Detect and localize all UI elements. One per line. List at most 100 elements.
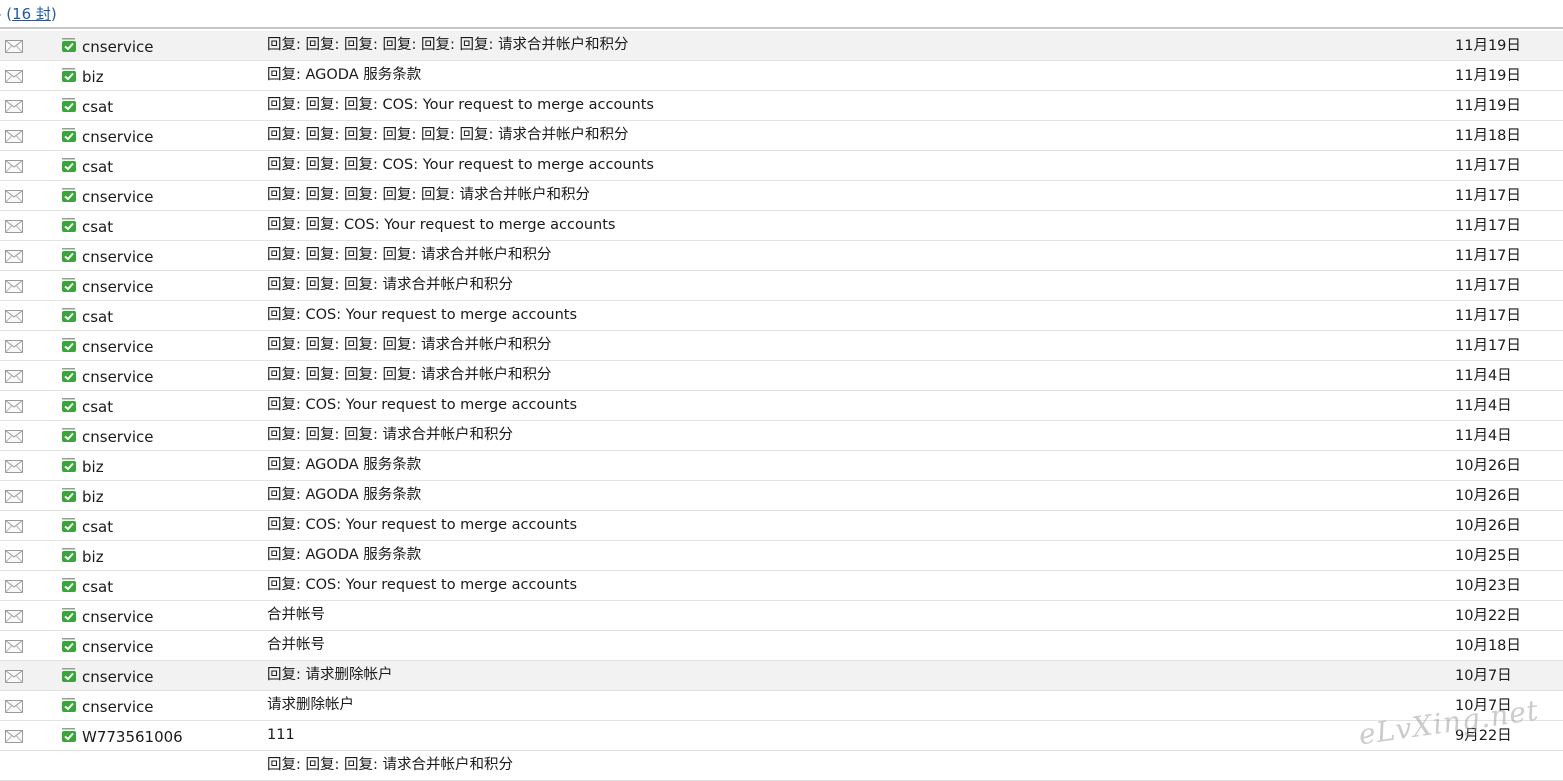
verified-tag-icon [62, 368, 76, 382]
header-close-paren: ) [50, 5, 57, 23]
message-row[interactable]: cnservice 回复: 回复: 回复: 回复: 请求合并帐户和积分 11月1… [0, 241, 1563, 271]
message-row[interactable]: W773561006 111 9月22日 [0, 721, 1563, 751]
envelope-icon [5, 40, 23, 53]
envelope-icon [5, 730, 23, 743]
verified-tag-icon [62, 488, 76, 502]
verified-tag-icon [62, 398, 76, 412]
message-row[interactable]: 回复: 回复: 回复: 请求合并帐户和积分 [0, 751, 1563, 781]
verified-tag-icon [62, 548, 76, 562]
message-row[interactable]: csat 回复: COS: Your request to merge acco… [0, 391, 1563, 421]
message-row[interactable]: cnservice 回复: 回复: 回复: 回复: 请求合并帐户和积分 11月4… [0, 361, 1563, 391]
message-row[interactable]: cnservice 请求删除帐户 10月7日 [0, 691, 1563, 721]
subject-text: 回复: AGODA 服务条款 [267, 547, 422, 563]
verified-tag-icon [62, 698, 76, 712]
verified-tag-icon [62, 578, 76, 592]
subject-text: 回复: 回复: 回复: 请求合并帐户和积分 [267, 757, 513, 773]
envelope-icon [5, 640, 23, 653]
envelope-icon [5, 610, 23, 623]
sender-name: csat [82, 308, 114, 326]
subject-text: 回复: COS: Your request to merge accounts [267, 517, 577, 533]
date-text: 11月17日 [1455, 218, 1521, 234]
message-row[interactable]: csat 回复: 回复: 回复: COS: Your request to me… [0, 91, 1563, 121]
envelope-icon [5, 130, 23, 143]
sender-name: biz [82, 68, 104, 86]
message-row[interactable]: cnservice 回复: 回复: 回复: 回复: 回复: 请求合并帐户和积分 … [0, 181, 1563, 211]
sender-name: csat [82, 578, 114, 596]
message-row[interactable]: biz 回复: AGODA 服务条款 11月19日 [0, 61, 1563, 91]
envelope-icon [5, 460, 23, 473]
sender-name: csat [82, 518, 114, 536]
message-row[interactable]: biz 回复: AGODA 服务条款 10月26日 [0, 481, 1563, 511]
subject-text: 回复: 回复: 回复: 回复: 回复: 回复: 请求合并帐户和积分 [267, 127, 629, 143]
message-row[interactable]: biz 回复: AGODA 服务条款 10月25日 [0, 541, 1563, 571]
sender-name: csat [82, 398, 114, 416]
date-text: 11月18日 [1455, 128, 1521, 144]
date-text: 11月19日 [1455, 68, 1521, 84]
message-row[interactable]: csat 回复: COS: Your request to merge acco… [0, 301, 1563, 331]
date-text: 10月7日 [1455, 698, 1512, 714]
subject-text: 回复: 回复: 回复: 回复: 请求合并帐户和积分 [267, 247, 552, 263]
sender-name: cnservice [82, 668, 154, 686]
date-text: 10月23日 [1455, 578, 1521, 594]
message-row[interactable]: cnservice 合并帐号 10月22日 [0, 601, 1563, 631]
message-row[interactable]: cnservice 回复: 回复: 回复: 请求合并帐户和积分 11月4日 [0, 421, 1563, 451]
subject-text: 回复: 回复: 回复: COS: Your request to merge a… [267, 157, 654, 173]
subject-text: 合并帐号 [267, 607, 325, 623]
verified-tag-icon [62, 608, 76, 622]
subject-text: 回复: 回复: 回复: 回复: 请求合并帐户和积分 [267, 337, 552, 353]
sender-name: cnservice [82, 368, 154, 386]
message-row[interactable]: csat 回复: COS: Your request to merge acco… [0, 511, 1563, 541]
message-count-link[interactable]: 16 封 [12, 5, 51, 23]
envelope-icon [5, 550, 23, 563]
subject-text: 111 [267, 727, 295, 743]
verified-tag-icon [62, 158, 76, 172]
sender-name: csat [82, 98, 114, 116]
message-row[interactable]: cnservice 回复: 请求删除帐户 10月7日 [0, 661, 1563, 691]
verified-tag-icon [62, 98, 76, 112]
message-row[interactable]: biz 回复: AGODA 服务条款 10月26日 [0, 451, 1563, 481]
verified-tag-icon [62, 518, 76, 532]
verified-tag-icon [62, 458, 76, 472]
verified-tag-icon [62, 38, 76, 52]
sender-name: cnservice [82, 128, 154, 146]
envelope-icon [5, 100, 23, 113]
envelope-icon [5, 580, 23, 593]
envelope-icon [5, 670, 23, 683]
subject-text: 回复: 请求删除帐户 [267, 667, 393, 683]
subject-text: 回复: 回复: 回复: 回复: 请求合并帐户和积分 [267, 367, 552, 383]
date-text: 10月26日 [1455, 458, 1521, 474]
date-text: 10月26日 [1455, 488, 1521, 504]
sender-name: cnservice [82, 698, 154, 716]
message-row[interactable]: csat 回复: COS: Your request to merge acco… [0, 571, 1563, 601]
envelope-icon [5, 310, 23, 323]
message-row[interactable]: cnservice 回复: 回复: 回复: 回复: 回复: 回复: 请求合并帐户… [0, 121, 1563, 151]
verified-tag-icon [62, 68, 76, 82]
verified-tag-icon [62, 128, 76, 142]
envelope-icon [5, 370, 23, 383]
verified-tag-icon [62, 668, 76, 682]
date-text: 10月7日 [1455, 668, 1512, 684]
subject-text: 回复: AGODA 服务条款 [267, 67, 422, 83]
message-row[interactable]: cnservice 合并帐号 10月18日 [0, 631, 1563, 661]
date-text: 10月26日 [1455, 518, 1521, 534]
date-text: 11月17日 [1455, 248, 1521, 264]
message-row[interactable]: csat 回复: 回复: COS: Your request to merge … [0, 211, 1563, 241]
message-list: cnservice 回复: 回复: 回复: 回复: 回复: 回复: 请求合并帐户… [0, 31, 1563, 781]
subject-text: 回复: 回复: 回复: 请求合并帐户和积分 [267, 427, 513, 443]
message-row[interactable]: csat 回复: 回复: 回复: COS: Your request to me… [0, 151, 1563, 181]
envelope-icon [5, 190, 23, 203]
subject-text: 回复: 回复: 回复: 回复: 回复: 回复: 请求合并帐户和积分 [267, 37, 629, 53]
subject-text: 回复: 回复: 回复: COS: Your request to merge a… [267, 97, 654, 113]
envelope-icon [5, 220, 23, 233]
date-text: 11月4日 [1455, 398, 1512, 414]
message-row[interactable]: cnservice 回复: 回复: 回复: 回复: 回复: 回复: 请求合并帐户… [0, 31, 1563, 61]
date-text: 11月17日 [1455, 338, 1521, 354]
subject-text: 回复: 回复: COS: Your request to merge accou… [267, 217, 616, 233]
message-row[interactable]: cnservice 回复: 回复: 回复: 回复: 请求合并帐户和积分 11月1… [0, 331, 1563, 361]
subject-text: 回复: COS: Your request to merge accounts [267, 307, 577, 323]
envelope-icon [5, 160, 23, 173]
message-row[interactable]: cnservice 回复: 回复: 回复: 请求合并帐户和积分 11月17日 [0, 271, 1563, 301]
envelope-icon [5, 700, 23, 713]
sender-name: cnservice [82, 428, 154, 446]
date-text: 11月19日 [1455, 38, 1521, 54]
